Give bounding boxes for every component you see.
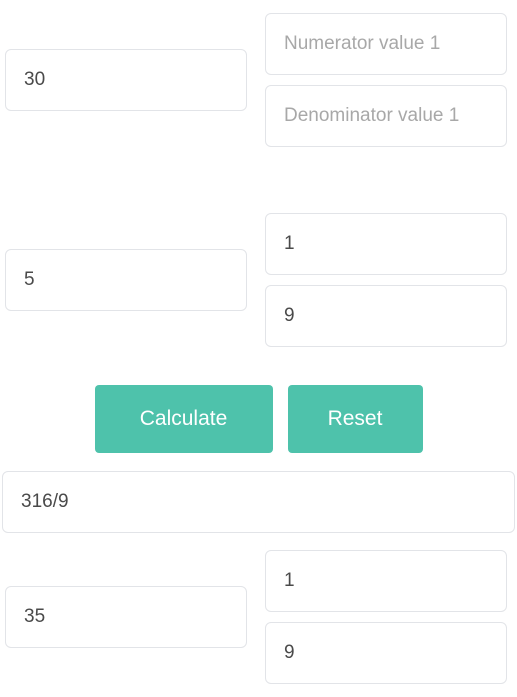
numerator-input-2[interactable] <box>265 213 507 275</box>
numerator-input-1[interactable] <box>265 13 507 75</box>
whole-number-input-1[interactable] <box>5 49 247 111</box>
reset-button[interactable]: Reset <box>288 385 423 453</box>
whole-number-input-2[interactable] <box>5 249 247 311</box>
calculate-button[interactable]: Calculate <box>95 385 273 453</box>
result-fraction-output[interactable] <box>2 471 515 533</box>
result-denominator-output[interactable] <box>265 622 507 684</box>
result-whole-output[interactable] <box>5 586 247 648</box>
denominator-input-2[interactable] <box>265 285 507 347</box>
denominator-input-1[interactable] <box>265 85 507 147</box>
result-numerator-output[interactable] <box>265 550 507 612</box>
